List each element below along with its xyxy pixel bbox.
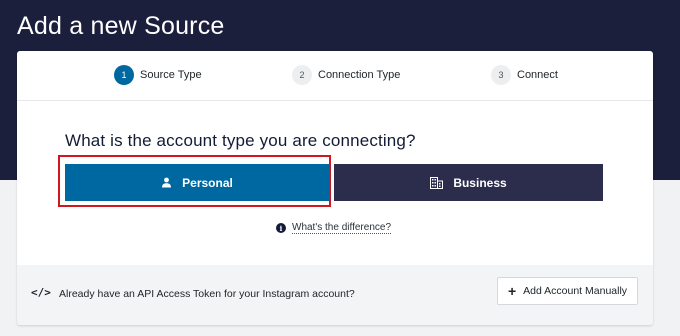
difference-link-text[interactable]: What's the difference? [292,222,392,234]
step-label: Source Type [140,69,202,81]
code-icon: </> [31,286,51,299]
add-account-manually-button[interactable]: + Add Account Manually [497,277,638,305]
step-number: 1 [114,65,134,85]
step-number: 3 [491,65,511,85]
business-button[interactable]: Business [334,164,603,201]
stepper: 1 Source Type 2 Connection Type 3 Connec… [17,51,653,101]
step-source-type: 1 Source Type [114,65,202,85]
user-icon [161,177,172,188]
step-label: Connect [517,69,558,81]
source-card: 1 Source Type 2 Connection Type 3 Connec… [17,51,653,325]
add-account-manually-label: Add Account Manually [523,285,628,297]
step-label: Connection Type [318,69,401,81]
difference-link[interactable]: i What's the difference? [276,222,392,234]
step-number: 2 [292,65,312,85]
info-icon: i [276,223,286,233]
step-connection-type: 2 Connection Type [292,65,400,85]
footer-text: Already have an API Access Token for you… [59,288,355,300]
step-connect: 3 Connect [491,65,558,85]
plus-icon: + [507,283,517,299]
business-label: Business [453,175,507,190]
building-icon [430,176,444,189]
personal-button[interactable]: Personal [65,164,329,201]
manual-connect-footer: </> Already have an API Access Token for… [17,265,653,325]
page-title: Add a new Source [17,12,225,40]
personal-label: Personal [182,175,233,190]
account-type-question: What is the account type you are connect… [65,131,416,150]
